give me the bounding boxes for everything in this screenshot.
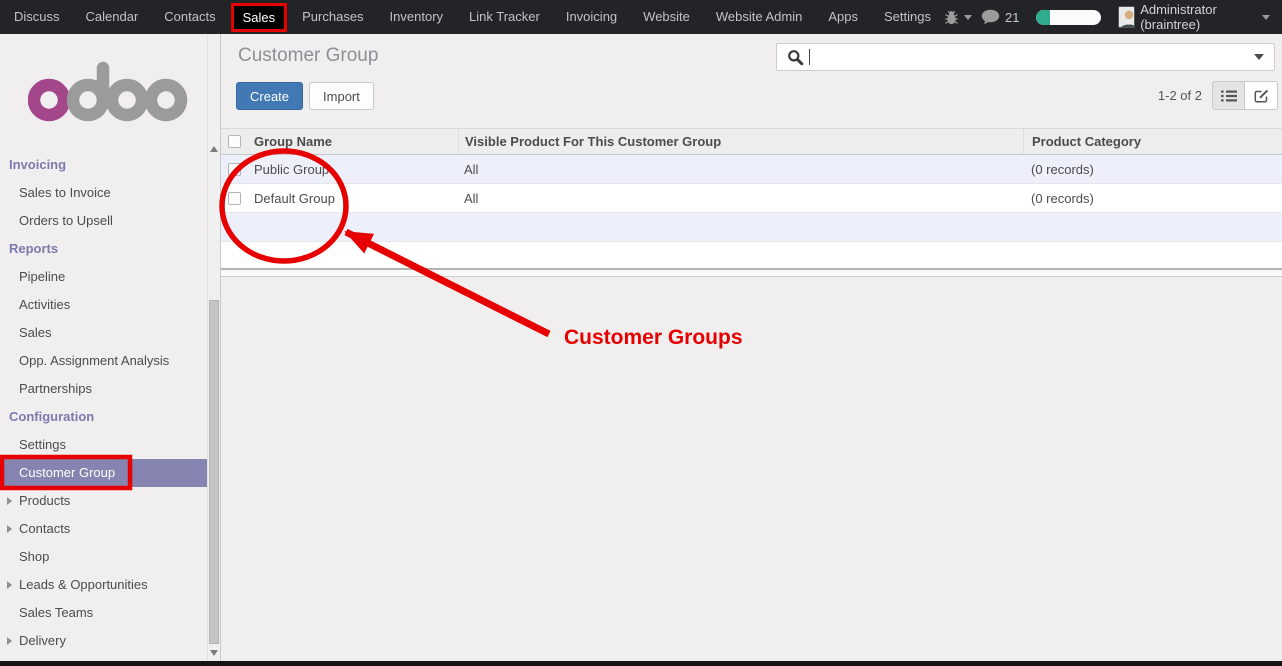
pager-area: 1-2 of 2: [1158, 81, 1278, 110]
top-menu-contacts[interactable]: Contacts: [151, 0, 228, 34]
cell-visible-product: All: [458, 184, 1023, 212]
top-menu-website[interactable]: Website: [630, 0, 703, 34]
messages-icon: [981, 9, 1000, 25]
scroll-up-icon[interactable]: [210, 146, 218, 152]
scrollbar-thumb[interactable]: [209, 300, 219, 644]
caret-down-icon: [1262, 15, 1270, 20]
empty-row: [221, 213, 1282, 242]
expand-caret-icon: [7, 581, 12, 589]
sidebar-item-label: Delivery: [19, 633, 66, 648]
avatar: [1118, 6, 1135, 28]
sidebar-item-sales[interactable]: Sales: [0, 319, 207, 347]
text-cursor: [809, 49, 810, 65]
sidebar-item-opp-assignment-analysis[interactable]: Opp. Assignment Analysis: [0, 347, 207, 375]
sidebar-item-sales-teams[interactable]: Sales Teams: [0, 599, 207, 627]
top-menu-settings[interactable]: Settings: [871, 0, 944, 34]
cell-product-category: (0 records): [1023, 155, 1282, 183]
sidebar-menu: Invoicing Sales to Invoice Orders to Ups…: [0, 151, 207, 655]
form-view-button[interactable]: [1245, 81, 1278, 110]
pager-text: 1-2 of 2: [1158, 88, 1202, 103]
sidebar-item-contacts[interactable]: Contacts: [0, 515, 207, 543]
row-checkbox[interactable]: [228, 163, 241, 176]
bug-icon: [944, 9, 959, 25]
sidebar-item-leads-opportunities[interactable]: Leads & Opportunities: [0, 571, 207, 599]
top-menu-inventory[interactable]: Inventory: [377, 0, 456, 34]
expand-caret-icon: [7, 637, 12, 645]
sidebar-section-configuration: Configuration: [0, 403, 207, 431]
table-footer-line: [221, 276, 1282, 277]
search-input[interactable]: [814, 49, 1254, 66]
user-label: Administrator (braintree): [1140, 2, 1257, 32]
view-switcher: [1212, 81, 1278, 110]
column-header-visible-product[interactable]: Visible Product For This Customer Group: [458, 129, 1023, 154]
column-header-product-category[interactable]: Product Category: [1023, 129, 1282, 154]
top-menu-discuss[interactable]: Discuss: [1, 0, 73, 34]
sidebar-item-settings[interactable]: Settings: [0, 431, 207, 459]
sidebar-item-label: Contacts: [19, 521, 70, 536]
debug-menu[interactable]: [944, 9, 972, 25]
page-title: Customer Group: [238, 45, 378, 67]
import-button[interactable]: Import: [309, 82, 374, 110]
top-menu-list: Discuss Calendar Contacts Sales Purchase…: [0, 0, 944, 34]
action-buttons: Create Import: [236, 82, 374, 110]
column-header-group-name[interactable]: Group Name: [247, 134, 458, 149]
sidebar: Invoicing Sales to Invoice Orders to Ups…: [0, 34, 207, 666]
timer-progress-fill: [1036, 10, 1050, 25]
sidebar-section-reports: Reports: [0, 235, 207, 263]
row-checkbox[interactable]: [228, 192, 241, 205]
scroll-down-icon[interactable]: [210, 650, 218, 656]
top-menu-link-tracker[interactable]: Link Tracker: [456, 0, 553, 34]
table-row[interactable]: Default Group All (0 records): [221, 184, 1282, 213]
main-content: Customer Group Create Import 1-2 of 2: [220, 34, 1282, 666]
table-row[interactable]: Public Group All (0 records): [221, 155, 1282, 184]
odoo-logo[interactable]: [28, 58, 207, 127]
sidebar-item-products[interactable]: Products: [0, 487, 207, 515]
empty-row: [221, 242, 1282, 268]
sidebar-item-label: Products: [19, 493, 70, 508]
messages-menu[interactable]: 21: [981, 9, 1019, 25]
cell-product-category: (0 records): [1023, 184, 1282, 212]
expand-caret-icon: [7, 525, 12, 533]
sidebar-scrollbar: [207, 34, 220, 666]
select-all-checkbox[interactable]: [228, 135, 241, 148]
bottom-edge-strip: [0, 661, 1282, 666]
form-view-icon: [1254, 89, 1269, 103]
messages-count-badge: 21: [1005, 10, 1019, 25]
search-bar[interactable]: [776, 43, 1275, 71]
sidebar-item-sales-to-invoice[interactable]: Sales to Invoice: [0, 179, 207, 207]
create-button[interactable]: Create: [236, 82, 303, 110]
top-menu-invoicing[interactable]: Invoicing: [553, 0, 630, 34]
expand-caret-icon: [7, 497, 12, 505]
user-menu[interactable]: Administrator (braintree): [1118, 2, 1270, 32]
timer-progress-pill[interactable]: [1036, 10, 1101, 25]
cell-group-name: Public Group: [247, 162, 458, 177]
cell-group-name: Default Group: [247, 191, 458, 206]
top-menu-purchases[interactable]: Purchases: [289, 0, 376, 34]
cell-visible-product: All: [458, 155, 1023, 183]
top-menu-sales[interactable]: Sales: [231, 3, 288, 32]
sidebar-item-shop[interactable]: Shop: [0, 543, 207, 571]
sidebar-item-customer-group[interactable]: Customer Group: [0, 459, 207, 487]
sidebar-item-label: Leads & Opportunities: [19, 577, 148, 592]
table-header-row: Group Name Visible Product For This Cust…: [221, 128, 1282, 155]
control-panel: Customer Group Create Import 1-2 of 2: [221, 34, 1282, 128]
customer-group-table: Group Name Visible Product For This Cust…: [221, 128, 1282, 277]
top-menu-website-admin[interactable]: Website Admin: [703, 0, 815, 34]
sidebar-section-invoicing: Invoicing: [0, 151, 207, 179]
sidebar-item-pipeline[interactable]: Pipeline: [0, 263, 207, 291]
topbar-right-tools: 21 Administrator (braintree): [944, 2, 1282, 32]
sidebar-item-delivery[interactable]: Delivery: [0, 627, 207, 655]
list-view-icon: [1221, 90, 1237, 102]
caret-down-icon: [964, 15, 972, 20]
top-menu-apps[interactable]: Apps: [815, 0, 871, 34]
sidebar-item-activities[interactable]: Activities: [0, 291, 207, 319]
sidebar-item-partnerships[interactable]: Partnerships: [0, 375, 207, 403]
top-navbar: Discuss Calendar Contacts Sales Purchase…: [0, 0, 1282, 34]
search-dropdown-caret-icon[interactable]: [1254, 54, 1264, 60]
sidebar-item-orders-to-upsell[interactable]: Orders to Upsell: [0, 207, 207, 235]
search-icon: [787, 49, 804, 66]
list-view-button[interactable]: [1212, 81, 1245, 110]
top-menu-calendar[interactable]: Calendar: [73, 0, 152, 34]
